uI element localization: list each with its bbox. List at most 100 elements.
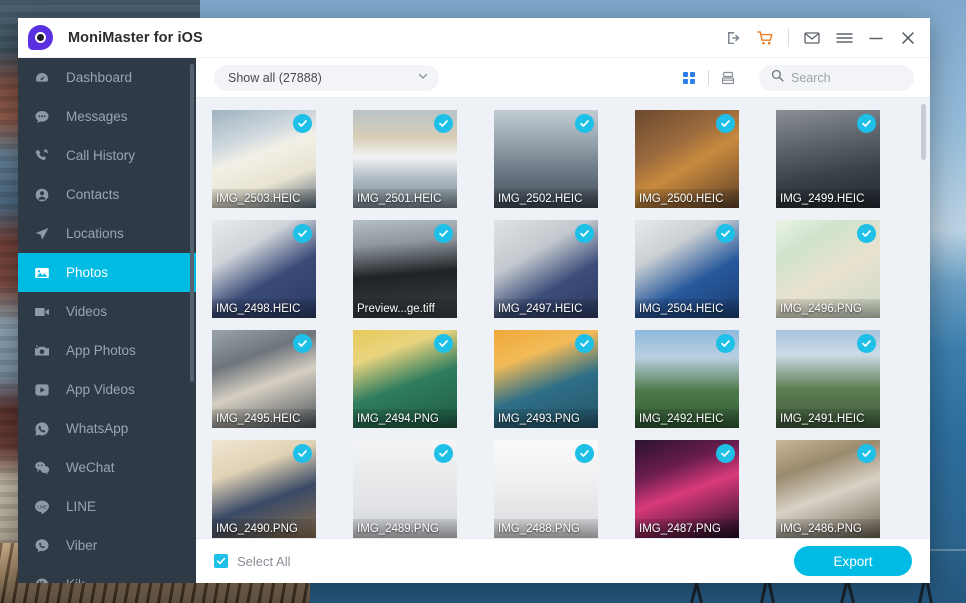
- sidebar-item-label: Locations: [66, 226, 124, 241]
- shopping-cart-icon[interactable]: [749, 23, 781, 53]
- close-icon[interactable]: [892, 23, 924, 53]
- photo-thumbnail[interactable]: IMG_2493.PNG: [494, 330, 598, 428]
- photo-thumbnail[interactable]: IMG_2497.HEIC: [494, 220, 598, 318]
- search-box[interactable]: [759, 64, 930, 91]
- photos-icon: [34, 265, 56, 281]
- photo-selected-checkmark-icon[interactable]: [434, 444, 453, 463]
- photo-thumbnail[interactable]: IMG_2488.PNG: [494, 440, 598, 538]
- locations-icon: [34, 226, 56, 242]
- sidebar-item-wechat[interactable]: WeChat: [18, 448, 196, 487]
- export-device-icon[interactable]: [717, 23, 749, 53]
- photo-selected-checkmark-icon[interactable]: [716, 114, 735, 133]
- photo-filename-label: IMG_2488.PNG: [494, 519, 598, 538]
- photo-selected-checkmark-icon[interactable]: [716, 224, 735, 243]
- sidebar-item-app-photos[interactable]: App Photos: [18, 331, 196, 370]
- grid-view-icon[interactable]: [676, 66, 702, 90]
- photo-thumbnail[interactable]: IMG_2503.HEIC: [212, 110, 316, 208]
- photo-thumbnail[interactable]: Preview...ge.tiff: [353, 220, 457, 318]
- photo-selected-checkmark-icon[interactable]: [857, 224, 876, 243]
- photo-thumbnail[interactable]: IMG_2487.PNG: [635, 440, 739, 538]
- sidebar-item-label: Dashboard: [66, 70, 133, 85]
- photo-selected-checkmark-icon[interactable]: [575, 224, 594, 243]
- sidebar-item-messages[interactable]: Messages: [18, 97, 196, 136]
- photo-thumbnail[interactable]: IMG_2492.HEIC: [635, 330, 739, 428]
- photo-filename-label: IMG_2504.HEIC: [635, 299, 739, 318]
- photo-filename-label: IMG_2495.HEIC: [212, 409, 316, 428]
- content-area: Show all (27888) Search IMG_2503.HEIC IM…: [196, 58, 930, 583]
- search-input[interactable]: [791, 70, 930, 85]
- photo-thumbnail[interactable]: IMG_2502.HEIC: [494, 110, 598, 208]
- photo-thumbnail[interactable]: IMG_2495.HEIC: [212, 330, 316, 428]
- photo-selected-checkmark-icon[interactable]: [575, 444, 594, 463]
- photo-thumbnail[interactable]: IMG_2501.HEIC: [353, 110, 457, 208]
- photo-thumbnail[interactable]: IMG_2500.HEIC: [635, 110, 739, 208]
- sidebar-item-label: Contacts: [66, 187, 120, 202]
- photo-filename-label: IMG_2490.PNG: [212, 519, 316, 538]
- minimize-icon[interactable]: [860, 23, 892, 53]
- photo-selected-checkmark-icon[interactable]: [857, 444, 876, 463]
- scrollbar-thumb[interactable]: [921, 104, 926, 160]
- sidebar-item-label: App Photos: [66, 343, 136, 358]
- photo-thumbnail[interactable]: IMG_2496.PNG: [776, 220, 880, 318]
- window-body: Dashboard Messages Call History Contacts Loc…: [18, 58, 930, 583]
- photo-selected-checkmark-icon[interactable]: [716, 444, 735, 463]
- sidebar-item-label: Videos: [66, 304, 108, 319]
- sidebar-item-viber[interactable]: Viber: [18, 526, 196, 565]
- sidebar-item-dashboard[interactable]: Dashboard: [18, 58, 196, 97]
- filter-dropdown[interactable]: Show all (27888): [214, 64, 439, 91]
- export-button[interactable]: Export: [794, 546, 912, 576]
- photo-grid-scrollbar[interactable]: [921, 104, 926, 532]
- sidebar-scrollbar[interactable]: [190, 64, 194, 382]
- photo-selected-checkmark-icon[interactable]: [434, 224, 453, 243]
- sidebar-item-label: WhatsApp: [66, 421, 129, 436]
- photo-selected-checkmark-icon[interactable]: [293, 444, 312, 463]
- photo-thumbnail[interactable]: IMG_2491.HEIC: [776, 330, 880, 428]
- photo-thumbnail[interactable]: IMG_2498.HEIC: [212, 220, 316, 318]
- sidebar-item-line[interactable]: LINE LINE: [18, 487, 196, 526]
- sidebar-item-kik[interactable]: Kik: [18, 565, 196, 583]
- title-bar: MoniMaster for iOS: [18, 18, 930, 58]
- kik-icon: [34, 577, 56, 583]
- sidebar-item-photos[interactable]: Photos: [18, 253, 196, 292]
- select-all-checkbox[interactable]: [214, 554, 228, 568]
- photo-filename-label: Preview...ge.tiff: [353, 299, 457, 318]
- select-all-control[interactable]: Select All: [214, 554, 290, 569]
- photo-thumbnail[interactable]: IMG_2494.PNG: [353, 330, 457, 428]
- menu-icon[interactable]: [828, 23, 860, 53]
- sidebar-item-call-history[interactable]: Call History: [18, 136, 196, 175]
- sidebar-item-app-videos[interactable]: App Videos: [18, 370, 196, 409]
- list-view-icon[interactable]: [715, 66, 741, 90]
- photo-filename-label: IMG_2491.HEIC: [776, 409, 880, 428]
- messages-icon: [34, 109, 56, 125]
- sidebar-item-locations[interactable]: Locations: [18, 214, 196, 253]
- photo-selected-checkmark-icon[interactable]: [575, 114, 594, 133]
- filter-dropdown-label: Show all (27888): [228, 70, 322, 85]
- wechat-icon: [34, 460, 56, 476]
- photo-selected-checkmark-icon[interactable]: [716, 334, 735, 353]
- app-videos-icon: [34, 382, 56, 398]
- photo-selected-checkmark-icon[interactable]: [575, 334, 594, 353]
- photo-selected-checkmark-icon[interactable]: [293, 334, 312, 353]
- select-all-label: Select All: [237, 553, 291, 569]
- photo-selected-checkmark-icon[interactable]: [434, 114, 453, 133]
- photo-thumbnail[interactable]: IMG_2490.PNG: [212, 440, 316, 538]
- photo-selected-checkmark-icon[interactable]: [293, 114, 312, 133]
- viber-icon: [34, 538, 56, 554]
- footer-bar: Select All Export: [196, 538, 930, 583]
- photo-selected-checkmark-icon[interactable]: [293, 224, 312, 243]
- sidebar-item-contacts[interactable]: Contacts: [18, 175, 196, 214]
- photo-thumbnail[interactable]: IMG_2486.PNG: [776, 440, 880, 538]
- sidebar-item-videos[interactable]: Videos: [18, 292, 196, 331]
- photo-selected-checkmark-icon[interactable]: [857, 114, 876, 133]
- photo-filename-label: IMG_2500.HEIC: [635, 189, 739, 208]
- titlebar-divider: [788, 28, 789, 47]
- sidebar-item-label: Call History: [66, 148, 136, 163]
- photo-selected-checkmark-icon[interactable]: [434, 334, 453, 353]
- photo-filename-label: IMG_2494.PNG: [353, 409, 457, 428]
- photo-selected-checkmark-icon[interactable]: [857, 334, 876, 353]
- photo-thumbnail[interactable]: IMG_2489.PNG: [353, 440, 457, 538]
- photo-thumbnail[interactable]: IMG_2504.HEIC: [635, 220, 739, 318]
- sidebar-item-whatsapp[interactable]: WhatsApp: [18, 409, 196, 448]
- mail-icon[interactable]: [796, 23, 828, 53]
- photo-thumbnail[interactable]: IMG_2499.HEIC: [776, 110, 880, 208]
